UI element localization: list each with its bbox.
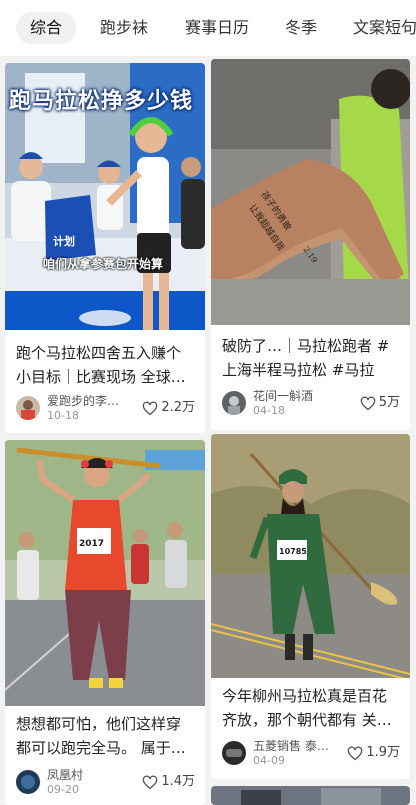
heart-icon bbox=[142, 775, 158, 789]
card-meta: 爱跑步的李… 10-18 2.2万 bbox=[16, 394, 195, 422]
author-name[interactable]: 花间一斛酒 bbox=[253, 388, 339, 404]
tab-comprehensive[interactable]: 综合 bbox=[16, 12, 77, 44]
heart-icon bbox=[360, 396, 376, 410]
feed-card-next[interactable] bbox=[211, 786, 410, 805]
tab-winter[interactable]: 冬季 bbox=[271, 12, 331, 44]
category-tab-bar: 综合 跑步袜 赛事日历 冬季 文案短句 bbox=[0, 0, 416, 56]
like-count: 2.2万 bbox=[161, 400, 195, 415]
card-cover-image bbox=[211, 786, 410, 805]
card-title[interactable]: 想想都可怕，他们这样穿都可以跑完全马。 属于… bbox=[16, 712, 194, 760]
like-count: 1.9万 bbox=[366, 745, 400, 760]
like-button[interactable]: 2.2万 bbox=[142, 399, 195, 417]
tab-running-socks[interactable]: 跑步袜 bbox=[86, 12, 162, 44]
post-date: 04-09 bbox=[253, 754, 285, 767]
feed-card[interactable]: 计划 跑马拉松挣多少钱 咱们从拿参赛包开始算 跑个马拉松四舍五入赚个小目标｜比赛… bbox=[5, 63, 205, 433]
bib-number: 10785 bbox=[279, 547, 307, 556]
feed-card[interactable]: 10785 今年柳州马拉松真是百花齐放，那个朝代都有 关… 五菱销售 泰… 04… bbox=[211, 434, 410, 779]
author-name[interactable]: 五菱销售 泰… bbox=[253, 738, 339, 754]
tab-race-calendar[interactable]: 赛事日历 bbox=[171, 12, 263, 44]
card-title[interactable]: 破防了…｜马拉松跑者 #上海半程马拉松 #马拉松… bbox=[222, 334, 399, 382]
like-button[interactable]: 1.9万 bbox=[347, 744, 400, 762]
cover-overlay-title: 跑马拉松挣多少钱 bbox=[9, 89, 194, 114]
author-name[interactable]: 爱跑步的李… bbox=[47, 393, 133, 409]
svg-text:计划: 计划 bbox=[53, 234, 75, 248]
avatar[interactable] bbox=[222, 391, 246, 415]
card-cover-image: 孩子的勇敢 让我超越自我 2.19 bbox=[211, 59, 410, 325]
card-cover-image: 2017 bbox=[5, 440, 205, 706]
avatar[interactable] bbox=[16, 770, 40, 794]
post-date: 04-18 bbox=[253, 404, 285, 417]
like-button[interactable]: 5万 bbox=[360, 394, 400, 412]
avatar[interactable] bbox=[16, 396, 40, 420]
feed-card[interactable]: 孩子的勇敢 让我超越自我 2.19 破防了…｜马拉松跑者 #上海半程马拉松 #马… bbox=[211, 59, 410, 430]
bib-number: 2017 bbox=[79, 539, 104, 549]
card-cover-image: 10785 bbox=[211, 434, 410, 678]
card-title[interactable]: 今年柳州马拉松真是百花齐放，那个朝代都有 关… bbox=[222, 684, 399, 732]
avatar[interactable] bbox=[222, 741, 246, 765]
card-title[interactable]: 跑个马拉松四舍五入赚个小目标｜比赛现场 全球… bbox=[16, 341, 194, 389]
card-meta: 五菱销售 泰… 04-09 1.9万 bbox=[222, 739, 400, 767]
card-meta: 凤凰村 09-20 1.4万 bbox=[16, 768, 195, 796]
post-date: 10-18 bbox=[47, 409, 79, 422]
author-name[interactable]: 凤凰村 bbox=[47, 767, 133, 783]
card-cover-image: 计划 跑马拉松挣多少钱 咱们从拿参赛包开始算 bbox=[5, 63, 205, 330]
heart-icon bbox=[142, 401, 158, 415]
tab-copywriting[interactable]: 文案短句 bbox=[339, 12, 416, 44]
heart-icon bbox=[347, 746, 363, 760]
like-button[interactable]: 1.4万 bbox=[142, 773, 195, 791]
feed-card[interactable]: 2017 想想都可怕，他们这样穿都可以跑完全马。 属于… 凤凰村 09-20 1… bbox=[5, 440, 205, 805]
post-date: 09-20 bbox=[47, 783, 79, 796]
like-count: 5万 bbox=[378, 395, 400, 410]
cover-overlay-subtitle: 咱们从拿参赛包开始算 bbox=[43, 257, 164, 271]
card-meta: 花间一斛酒 04-18 5万 bbox=[222, 389, 400, 417]
like-count: 1.4万 bbox=[161, 774, 195, 789]
